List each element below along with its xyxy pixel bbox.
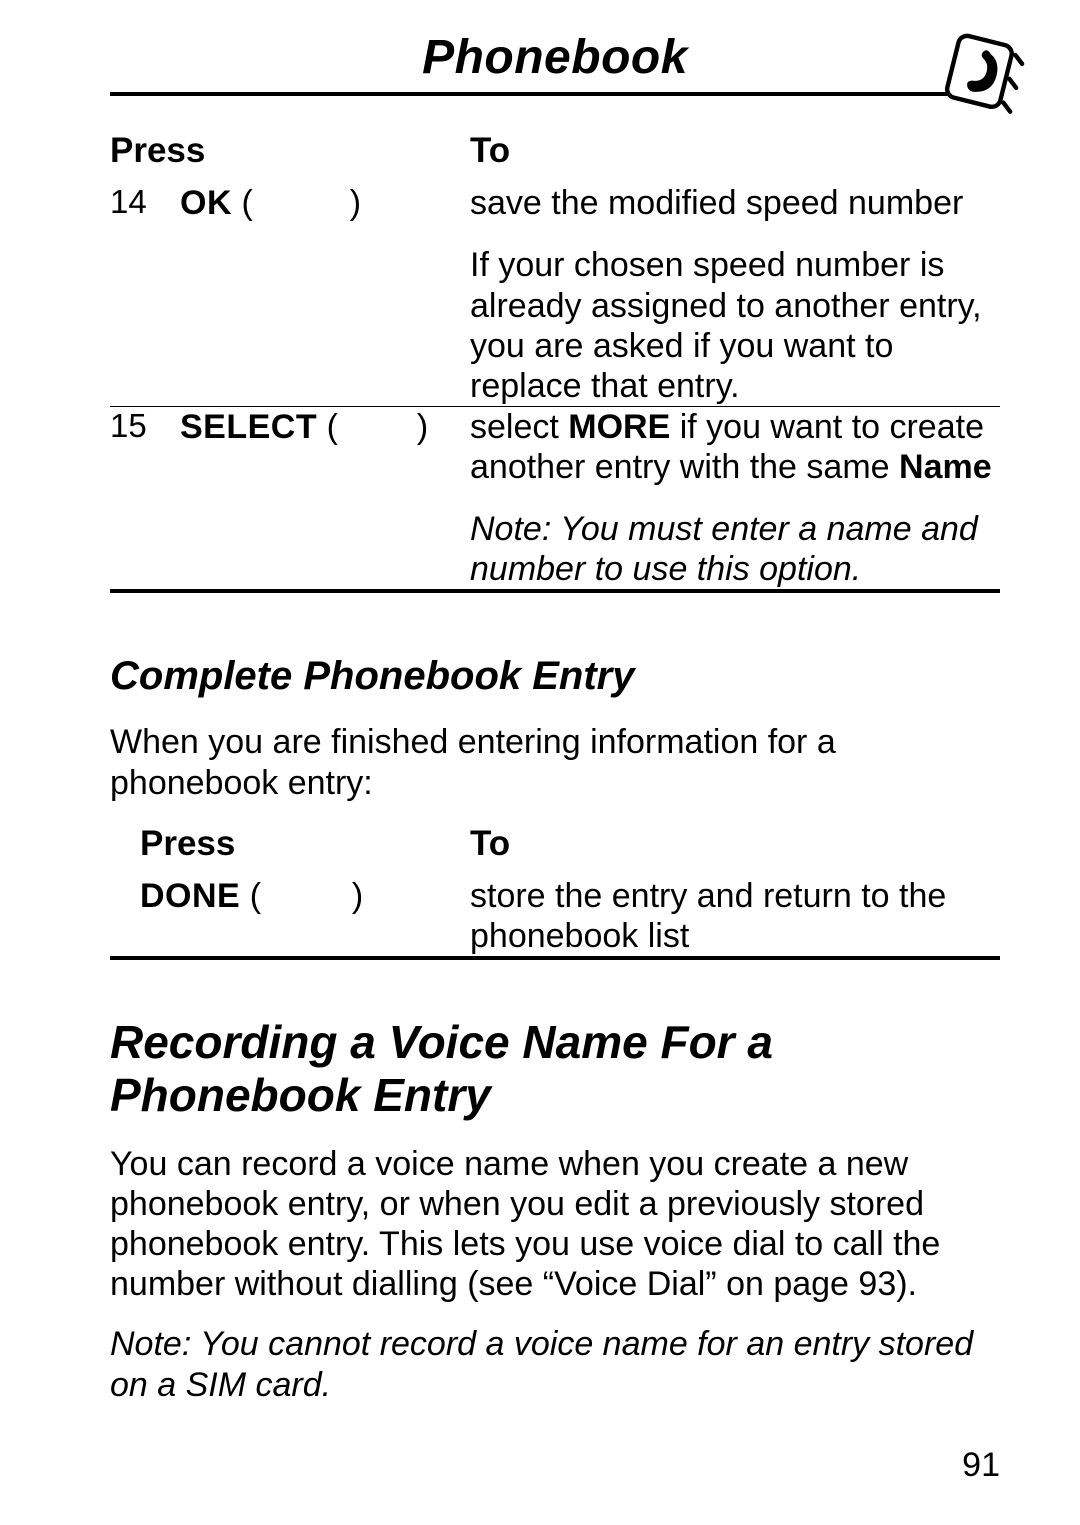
- ui-word-name: Name: [899, 448, 992, 486]
- ui-word-more: MORE: [568, 408, 670, 446]
- instructions-table-2: Press To DONE ( ) store the entry and re…: [110, 823, 1000, 961]
- step-number: 14: [110, 183, 180, 406]
- to-cell: store the entry and return to the phoneb…: [470, 876, 1000, 958]
- to-cell: save the modified speed number If your c…: [470, 183, 1000, 406]
- instructions-table-1: Press To 14 OK ( ) save the modified spe…: [110, 130, 1000, 593]
- table2-end-rule: [110, 958, 1000, 960]
- table1-row-14: 14 OK ( ) save the modified speed number…: [110, 183, 1000, 406]
- paragraph-complete-intro: When you are finished entering informati…: [110, 722, 1000, 802]
- to-text-note: Note: You must enter a name and number t…: [470, 509, 1000, 589]
- phonebook-icon: [938, 28, 1026, 125]
- press-cell: SELECT ( ): [180, 406, 470, 591]
- to-text-line1: save the modified speed number: [470, 183, 1000, 223]
- page-header: Phonebook: [110, 30, 1000, 90]
- table2-row-done: DONE ( ) store the entry and return to t…: [110, 876, 1000, 958]
- table1-end-rule: [110, 591, 1000, 593]
- paragraph-voice-body: You can record a voice name when you cre…: [110, 1144, 1000, 1304]
- press-cell: DONE ( ): [140, 876, 470, 958]
- heading-complete-phonebook-entry: Complete Phonebook Entry: [110, 653, 1000, 700]
- table1-header-press: Press: [110, 130, 470, 183]
- table2-header-press: Press: [140, 823, 470, 876]
- paren-open: (: [250, 877, 261, 915]
- softkey-label-done: DONE: [140, 877, 240, 915]
- table1-header-to: To: [470, 130, 1000, 183]
- to-cell: select MORE if you want to create anothe…: [470, 406, 1000, 591]
- heading-recording-voice-name: Recording a Voice Name For a Phonebook E…: [110, 1016, 1000, 1122]
- softkey-label-select: SELECT: [180, 408, 317, 446]
- paragraph-voice-note: Note: You cannot record a voice name for…: [110, 1324, 1000, 1404]
- to-text-line2: If your chosen speed number is already a…: [470, 245, 1000, 405]
- to-text-segment: select: [470, 408, 568, 446]
- to-text-line1: select MORE if you want to create anothe…: [470, 407, 1000, 487]
- table2-header-to: To: [470, 823, 1000, 876]
- paren-close: ): [352, 877, 363, 915]
- page-number: 91: [962, 1445, 1000, 1485]
- page-title: Phonebook: [110, 30, 1000, 87]
- table1-row-15: 15 SELECT ( ) select MORE if you want to…: [110, 406, 1000, 591]
- paren-open: (: [241, 184, 252, 222]
- softkey-label-ok: OK: [180, 184, 232, 222]
- press-cell: OK ( ): [180, 183, 470, 406]
- paren-close: ): [350, 184, 361, 222]
- header-rule: [110, 92, 950, 96]
- paren-open: (: [327, 408, 338, 446]
- step-number: 15: [110, 406, 180, 591]
- paren-close: ): [417, 408, 428, 446]
